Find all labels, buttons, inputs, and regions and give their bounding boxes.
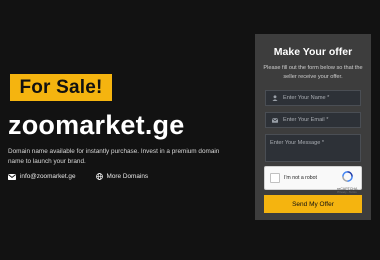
contact-row: info@zoomarket.ge More Domains — [8, 173, 148, 180]
name-field[interactable] — [265, 90, 361, 106]
recaptcha-widget: I'm not a robot reCAPTCHA Privacy - Term… — [264, 166, 362, 194]
recaptcha-links[interactable]: Privacy - Terms — [337, 191, 357, 194]
recaptcha-logo: reCAPTCHA Privacy - Terms — [337, 169, 357, 194]
send-offer-button[interactable]: Send My Offer — [264, 195, 362, 213]
more-domains-text: More Domains — [106, 173, 149, 180]
offer-form-title: Make Your offer — [273, 46, 353, 58]
for-sale-badge: For Sale! — [10, 74, 112, 101]
domain-title: zoomarket.ge — [8, 110, 185, 140]
captcha-label: I'm not a robot — [284, 175, 317, 181]
mail-icon — [269, 117, 281, 123]
offer-form-subtitle: Please fill out the form below so that t… — [263, 65, 363, 80]
user-icon — [269, 95, 281, 101]
message-field[interactable] — [265, 134, 361, 162]
email-input[interactable] — [281, 117, 357, 123]
email-link[interactable]: info@zoomarket.ge — [8, 173, 76, 180]
envelope-icon — [8, 173, 16, 180]
name-input[interactable] — [281, 95, 357, 101]
globe-icon — [95, 173, 103, 180]
more-domains-link[interactable]: More Domains — [95, 173, 149, 180]
captcha-checkbox[interactable] — [270, 173, 280, 183]
email-field[interactable] — [265, 112, 361, 128]
recaptcha-icon — [341, 169, 353, 186]
domain-description: Domain name available for instantly purc… — [8, 148, 220, 165]
message-input[interactable] — [266, 135, 360, 161]
hero-section: For Sale! zoomarket.ge Domain name avail… — [8, 0, 248, 260]
email-text: info@zoomarket.ge — [20, 173, 76, 180]
